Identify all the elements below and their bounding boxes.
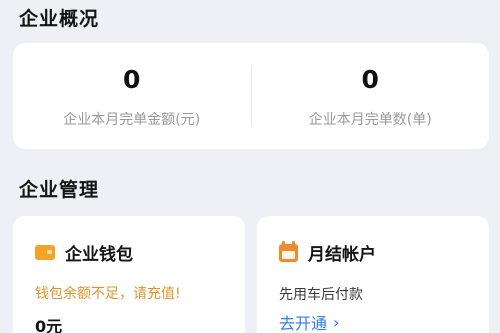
wallet-icon bbox=[35, 245, 55, 260]
monthly-amount-label: 企业本月完单金额(元) bbox=[63, 112, 201, 128]
chevron-right-icon: › bbox=[333, 312, 340, 332]
monthly-amount-value: 0 bbox=[123, 65, 141, 94]
management-section-title: 企业管理 bbox=[19, 179, 100, 201]
monthly-account-description: 先用车后付款 bbox=[279, 287, 363, 303]
calendar-icon bbox=[279, 240, 298, 262]
activate-link-label: 去开通 bbox=[279, 314, 328, 333]
wallet-card-title: 企业钱包 bbox=[65, 245, 133, 265]
overview-card: 0 企业本月完单金额(元) 0 企业本月完单数(单) bbox=[13, 43, 489, 149]
monthly-amount-stat: 0 企业本月完单金额(元) bbox=[13, 43, 251, 149]
monthly-account-card[interactable]: 月结帐户 先用车后付款 去开通 › bbox=[257, 216, 489, 333]
wallet-balance: 0元 bbox=[35, 317, 63, 333]
monthly-orders-label: 企业本月完单数(单) bbox=[308, 112, 432, 128]
activate-link[interactable]: 去开通 › bbox=[279, 310, 339, 333]
enterprise-page: 企业概况 0 企业本月完单金额(元) 0 企业本月完单数(单) 企业管理 企业钱… bbox=[0, 0, 500, 333]
enterprise-wallet-card[interactable]: 企业钱包 钱包余额不足，请充值! 0元 bbox=[13, 216, 245, 333]
balance-warning[interactable]: 钱包余额不足，请充值! bbox=[35, 283, 181, 303]
wallet-card-header: 企业钱包 bbox=[35, 240, 133, 265]
monthly-card-title: 月结帐户 bbox=[308, 245, 376, 265]
monthly-card-header: 月结帐户 bbox=[279, 240, 376, 265]
monthly-orders-stat: 0 企业本月完单数(单) bbox=[252, 43, 490, 149]
monthly-orders-value: 0 bbox=[361, 65, 379, 94]
overview-section-title: 企业概况 bbox=[19, 8, 100, 30]
